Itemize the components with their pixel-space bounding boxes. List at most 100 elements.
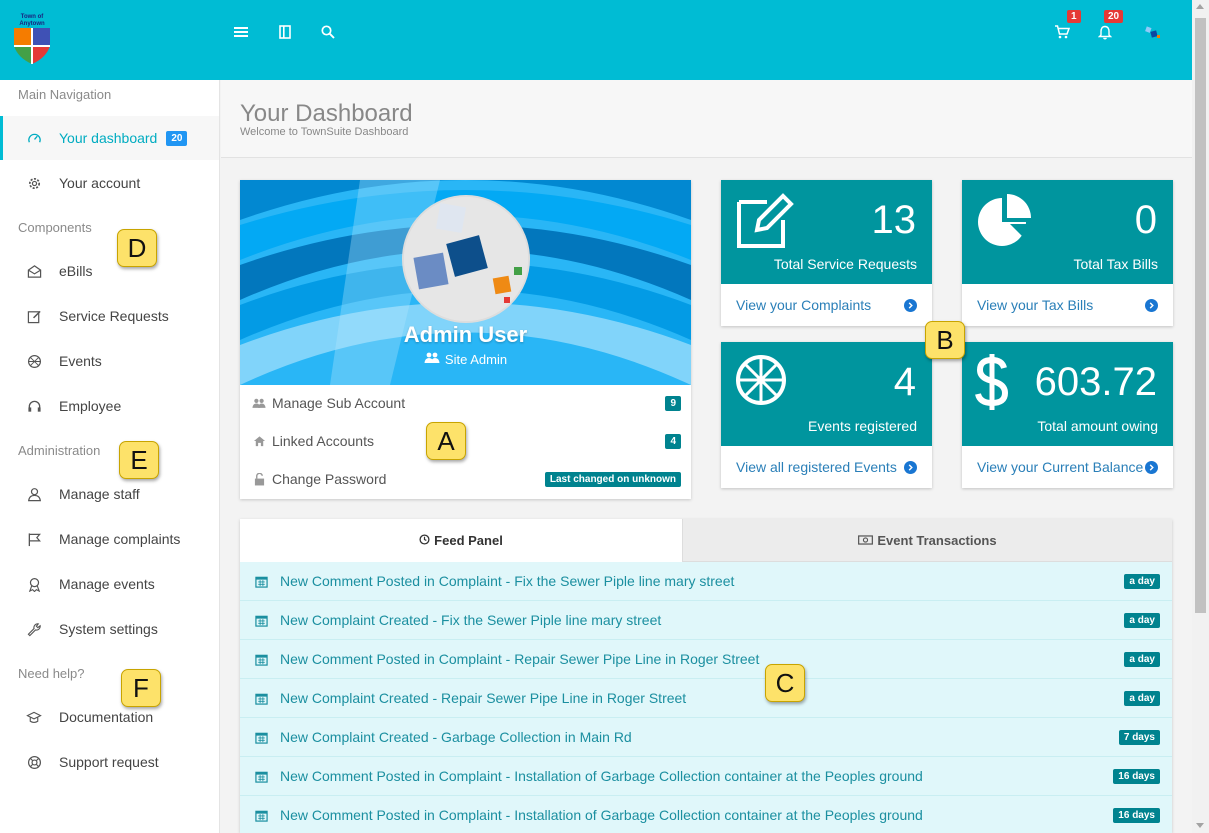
sidebar-item-documentation[interactable]: Documentation [0, 695, 219, 739]
sidebar-item-label: Service Requests [59, 308, 169, 324]
service-requests-count: 13 [871, 198, 917, 242]
lifebuoy-icon [26, 754, 42, 770]
events-count: 4 [893, 360, 916, 404]
scroll-up-arrow-icon[interactable] [1196, 4, 1204, 9]
sidebar-item-account[interactable]: Your account [0, 161, 219, 205]
basketball-icon [735, 352, 795, 412]
sidebar-item-employee[interactable]: Employee [0, 384, 219, 428]
feed-row-age-badge: a day [1124, 690, 1160, 706]
feed-row-text: New Complaint Created - Garbage Collecti… [280, 729, 632, 745]
sidebar-item-manage-staff[interactable]: Manage staff [0, 472, 219, 516]
profile-banner: Admin User Site Admin [240, 180, 691, 385]
view-balance-link[interactable]: View your Current Balance [977, 446, 1158, 488]
tax-bills-label: Total Tax Bills [1073, 256, 1158, 272]
user-avatar-icon[interactable] [1142, 22, 1162, 42]
annotation-marker-b: B [925, 321, 965, 359]
sidebar-item-label: Your account [59, 175, 141, 191]
amount-owing-label: Total amount owing [1037, 418, 1158, 434]
chevron-right-icon [904, 298, 917, 312]
wrench-icon [26, 621, 42, 637]
edit-icon [26, 308, 42, 324]
feed-row-text: New Comment Posted in Complaint - Instal… [280, 768, 923, 784]
tab-feed-panel-label: Feed Panel [434, 533, 503, 548]
events-label: Events registered [808, 418, 917, 434]
sidebar-item-label: Manage staff [59, 486, 140, 502]
cart-icon[interactable] [1052, 22, 1072, 42]
change-password-link[interactable]: Change Password Last changed on unknown [252, 460, 681, 498]
linked-accounts-link[interactable]: Linked Accounts 4 [252, 422, 681, 460]
sidebar-item-label: Support request [59, 754, 159, 770]
amount-owing-value: 603.72 [1034, 360, 1157, 404]
feed-row[interactable]: New Complaint Created - Fix the Sewer Pi… [240, 601, 1172, 640]
sub-account-count-badge: 9 [665, 395, 681, 411]
sidebar-item-service-requests[interactable]: Service Requests [0, 294, 219, 338]
feed-row[interactable]: New Comment Posted in Complaint - Fix th… [240, 562, 1172, 601]
events-card: 4 Events registered View all registered … [721, 342, 932, 488]
feed-row-text: New Complaint Created - Fix the Sewer Pi… [280, 612, 662, 628]
dollar-icon [974, 352, 1014, 412]
scrollbar-thumb[interactable] [1195, 18, 1206, 613]
feed-row[interactable]: New Comment Posted in Complaint - Repair… [240, 640, 1172, 679]
view-complaints-link[interactable]: View your Complaints [736, 284, 917, 326]
view-tax-bills-link[interactable]: View your Tax Bills [977, 284, 1158, 326]
manage-sub-account-link[interactable]: Manage Sub Account 9 [252, 384, 681, 422]
users-icon [424, 352, 440, 367]
sidebar-item-label: Employee [59, 398, 122, 414]
feed-row-text: New Comment Posted in Complaint - Instal… [280, 807, 923, 823]
avatar[interactable] [402, 195, 530, 323]
feed-row[interactable]: New Complaint Created - Repair Sewer Pip… [240, 679, 1172, 718]
logo-text: Town of Anytown [19, 14, 45, 27]
tab-event-transactions[interactable]: Event Transactions [682, 519, 1172, 562]
sidebar-item-manage-complaints[interactable]: Manage complaints [0, 517, 219, 561]
view-complaints-text: View your Complaints [736, 297, 872, 313]
calendar-icon [254, 769, 268, 783]
view-tax-bills-text: View your Tax Bills [977, 297, 1094, 313]
feed-row-age-badge: 7 days [1118, 729, 1160, 745]
sidebar-item-ebills[interactable]: eBills [0, 249, 219, 293]
award-icon [26, 576, 42, 592]
tab-event-transactions-label: Event Transactions [877, 532, 997, 548]
tax-bills-card: 0 Total Tax Bills View your Tax Bills [962, 180, 1173, 326]
unlock-icon [252, 472, 266, 486]
headset-icon [26, 398, 42, 414]
feed-row[interactable]: New Comment Posted in Complaint - Instal… [240, 757, 1172, 796]
profile-role: Site Admin [240, 352, 691, 367]
tab-feed-panel[interactable]: Feed Panel [240, 519, 682, 562]
annotation-marker-a: A [426, 422, 466, 460]
sidebar-heading-administration: Administration [18, 443, 101, 458]
money-icon [858, 533, 874, 548]
sidebar-item-system-settings[interactable]: System settings [0, 607, 219, 651]
page-subtitle: Welcome to TownSuite Dashboard [240, 126, 409, 138]
feed-row-age-badge: a day [1124, 612, 1160, 628]
calendar-icon [254, 613, 268, 627]
feed-row-text: New Comment Posted in Complaint - Repair… [280, 651, 760, 667]
notification-count-badge: 20 [1104, 10, 1124, 23]
sidebar-heading-components: Components [18, 220, 92, 235]
bell-icon[interactable] [1095, 22, 1115, 42]
sidebar-item-dashboard[interactable]: Your dashboard 20 [0, 116, 219, 160]
feed-row-age-badge: a day [1124, 573, 1160, 589]
menu-icon[interactable] [231, 22, 251, 42]
graduation-cap-icon [26, 709, 42, 725]
sidebar-item-events[interactable]: Events [0, 339, 219, 383]
chevron-right-icon [904, 460, 917, 474]
feed-row[interactable]: New Comment Posted in Complaint - Instal… [240, 796, 1172, 833]
view-events-link[interactable]: View all registered Events [736, 446, 917, 488]
scroll-down-arrow-icon[interactable] [1196, 823, 1204, 828]
home-icon [252, 434, 266, 448]
sidebar-item-label: Manage complaints [59, 531, 181, 547]
content-header: Your Dashboard Welcome to TownSuite Dash… [221, 80, 1192, 158]
profile-name: Admin User [403, 322, 528, 347]
sidebar-item-support-request[interactable]: Support request [0, 740, 219, 784]
sidebar-item-label: Your dashboard [59, 130, 158, 146]
book-icon[interactable] [275, 22, 295, 42]
sidebar-item-manage-events[interactable]: Manage events [0, 562, 219, 606]
envelope-icon [26, 263, 42, 279]
dashboard-icon [26, 130, 42, 146]
search-icon[interactable] [318, 22, 338, 42]
feed-row[interactable]: New Complaint Created - Garbage Collecti… [240, 718, 1172, 757]
annotation-marker-d: D [117, 229, 157, 267]
feed-row-text: New Complaint Created - Repair Sewer Pip… [280, 690, 687, 706]
calendar-icon [254, 808, 268, 822]
sidebar-item-label: eBills [59, 263, 93, 279]
